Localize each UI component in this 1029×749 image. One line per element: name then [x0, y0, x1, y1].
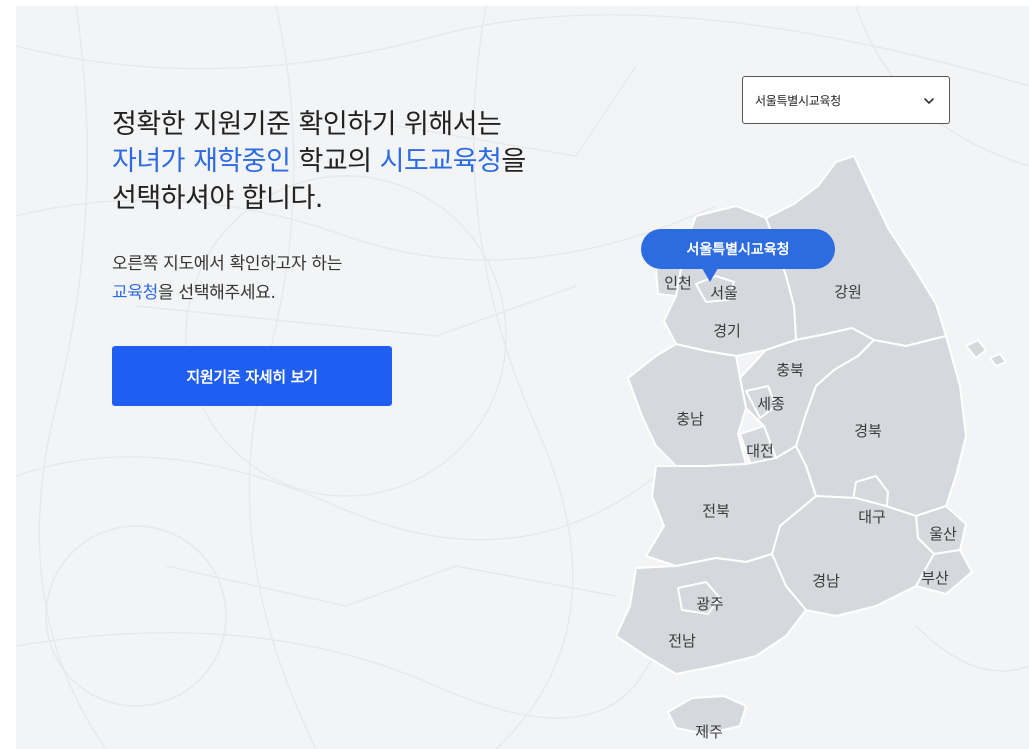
region-label-gwangju: 광주 — [696, 595, 724, 613]
tooltip-text: 서울특별시교육청 — [686, 241, 789, 258]
region-chungnam[interactable] — [627, 343, 747, 467]
region-label-seoul: 서울 — [710, 284, 738, 302]
region-label-ulsan: 울산 — [929, 525, 957, 543]
region-label-gangwon: 강원 — [834, 283, 862, 301]
region-label-chungbuk: 충북 — [776, 361, 804, 379]
region-jeonnam[interactable] — [615, 553, 807, 675]
hero-panel: 정확한 지원기준 확인하기 위해서는 자녀가 재학중인 학교의 시도교육청을 선… — [16, 6, 1029, 749]
region-label-gyeongnam: 경남 — [812, 572, 840, 590]
region-ulleung-island — [965, 339, 987, 359]
region-label-jeju: 제주 — [695, 723, 723, 741]
region-label-daejeon: 대전 — [746, 442, 774, 460]
region-label-daegu: 대구 — [858, 508, 886, 526]
region-label-incheon: 인천 — [664, 274, 692, 292]
region-label-sejong: 세종 — [757, 395, 785, 413]
korea-map: 서울특별시교육청 인천 서울 강원 경기 충북 세종 충남 대전 경북 전북 대… — [615, 155, 1007, 741]
region-label-jeonnam: 전남 — [668, 632, 696, 650]
region-label-gyeonggi: 경기 — [713, 322, 741, 340]
region-label-busan: 부산 — [921, 569, 949, 587]
region-label-chungnam: 충남 — [676, 410, 704, 428]
region-label-jeonbuk: 전북 — [702, 502, 730, 520]
region-dokdo — [989, 353, 1007, 367]
region-label-gyeongbuk: 경북 — [854, 422, 882, 440]
